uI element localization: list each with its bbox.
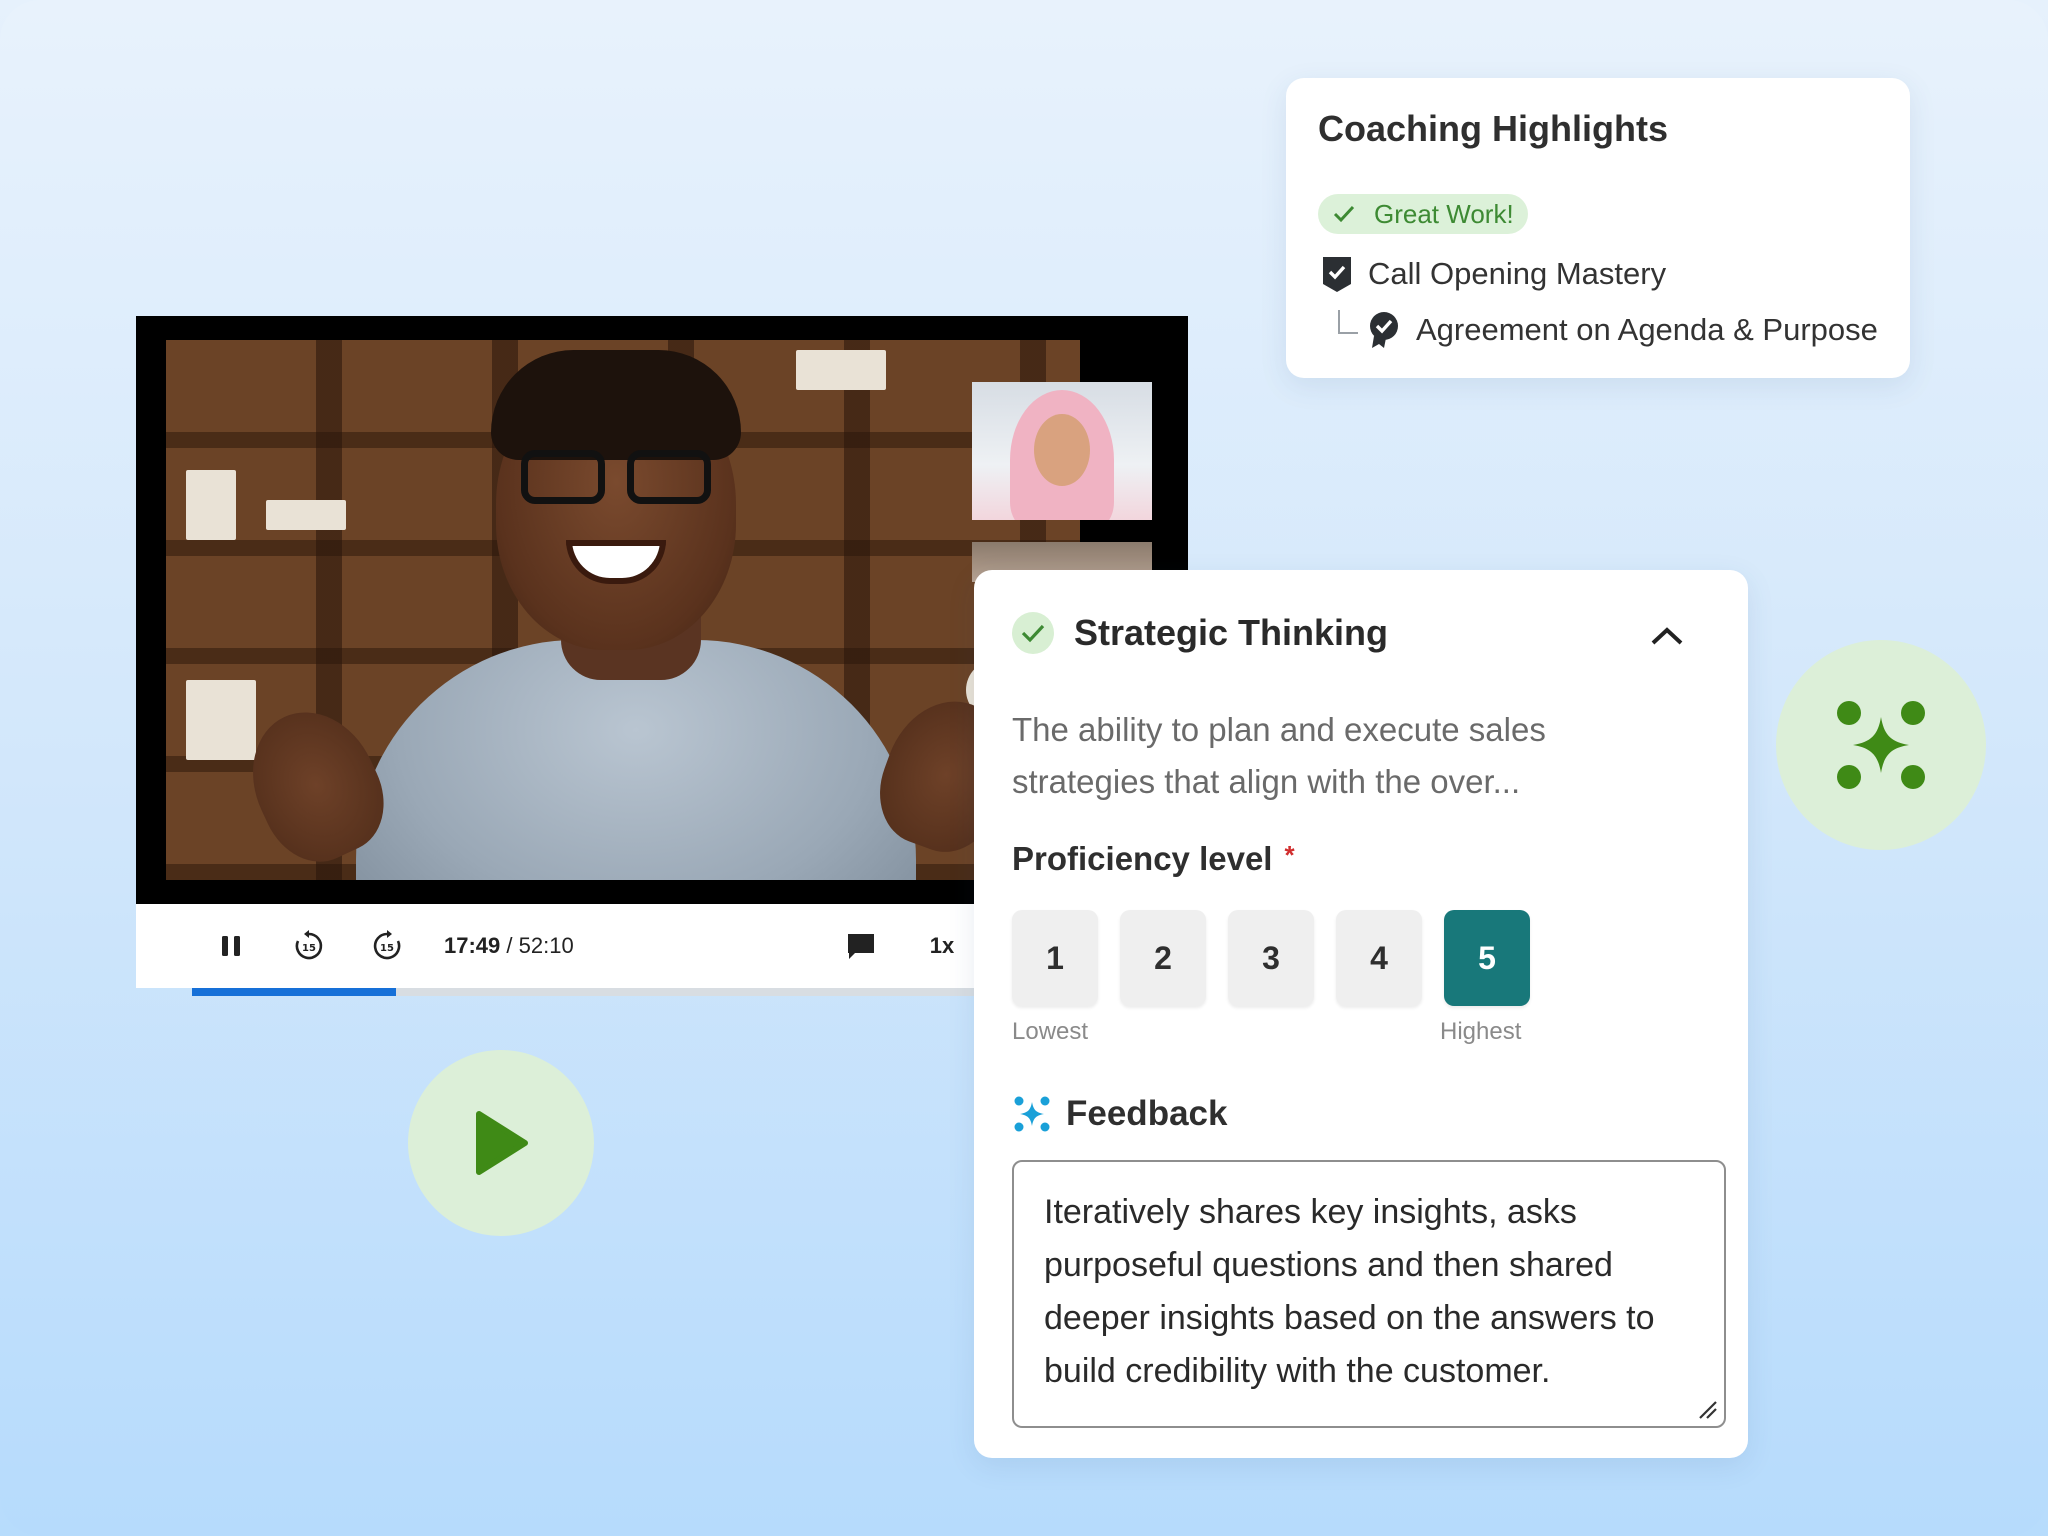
speaker-glasses — [521, 450, 711, 506]
level-option-1[interactable]: 1 — [1012, 910, 1098, 1006]
feedback-textarea[interactable]: Iteratively shares key insights, asks pu… — [1012, 1160, 1726, 1428]
comments-button[interactable] — [836, 904, 886, 988]
svg-text:15: 15 — [380, 943, 394, 954]
pause-button[interactable] — [208, 904, 254, 988]
shield-check-icon — [1323, 257, 1351, 292]
background-canvas: 15 15 17:49 / 52:10 1x Coaching Highligh… — [0, 0, 2048, 1536]
proficiency-label-text: Proficiency level — [1012, 840, 1273, 877]
resize-grip-icon[interactable] — [1696, 1398, 1718, 1420]
ai-sparkle-icon — [1014, 1096, 1050, 1132]
badge-check-icon — [1370, 312, 1398, 348]
svg-text:15: 15 — [302, 943, 316, 954]
forward-15-icon: 15 — [373, 930, 401, 960]
highest-caption: Highest — [1440, 1018, 1522, 1045]
level-option-2[interactable]: 2 — [1120, 910, 1206, 1006]
main-video-feed[interactable] — [166, 340, 1080, 880]
rewind-15-icon: 15 — [295, 930, 323, 960]
ai-sparkle-button[interactable] — [1776, 640, 1986, 850]
required-marker: * — [1284, 840, 1295, 870]
bookshelf-decor — [186, 680, 256, 760]
panel-header: Strategic Thinking — [1012, 612, 1388, 654]
check-circle-icon — [1012, 612, 1054, 654]
forward-15-button[interactable]: 15 — [362, 904, 412, 988]
competency-description: The ability to plan and execute sales st… — [1012, 711, 1546, 800]
highlight-item[interactable]: Call Opening Mastery — [1320, 254, 1666, 294]
playback-speed-button[interactable]: 1x — [912, 904, 972, 988]
feedback-header: Feedback — [1012, 1094, 1227, 1134]
play-icon — [476, 1111, 528, 1175]
pause-icon — [222, 936, 240, 956]
panel-title: Strategic Thinking — [1074, 612, 1389, 653]
rewind-15-button[interactable]: 15 — [284, 904, 334, 988]
highlight-item-label: Call Opening Mastery — [1368, 256, 1667, 291]
competency-panel: Strategic Thinking The ability to plan a… — [974, 570, 1748, 1458]
total-time: 52:10 — [518, 933, 574, 958]
current-time: 17:49 — [444, 933, 501, 958]
play-button[interactable] — [408, 1050, 594, 1236]
collapse-button[interactable] — [1646, 618, 1688, 654]
bookshelf-decor — [186, 470, 236, 540]
badge-label: Great Work! — [1374, 198, 1514, 229]
playback-time: 17:49 / 52:10 — [444, 904, 574, 988]
chat-icon — [848, 934, 874, 959]
proficiency-label: Proficiency level * — [1012, 840, 1295, 878]
feedback-title: Feedback — [1066, 1094, 1228, 1133]
great-work-badge: Great Work! — [1318, 194, 1528, 234]
highlight-subitem[interactable]: Agreement on Agenda & Purpose — [1366, 310, 1878, 350]
coaching-highlights-card: Coaching Highlights Great Work! Call Ope… — [1286, 78, 1910, 378]
time-separator: / — [500, 933, 519, 958]
ai-sparkle-icon — [1837, 701, 1925, 789]
bookshelf-decor — [266, 500, 346, 530]
level-option-5[interactable]: 5 — [1444, 910, 1530, 1006]
check-icon — [1333, 205, 1355, 223]
feedback-text: Iteratively shares key insights, asks pu… — [1044, 1193, 1655, 1390]
participant-thumbnail[interactable] — [972, 382, 1152, 520]
level-option-3[interactable]: 3 — [1228, 910, 1314, 1006]
highlight-subitem-label: Agreement on Agenda & Purpose — [1416, 312, 1878, 347]
level-option-4[interactable]: 4 — [1336, 910, 1422, 1006]
highlights-title: Coaching Highlights — [1318, 108, 1668, 149]
chevron-up-icon — [1651, 627, 1683, 645]
tree-connector — [1338, 310, 1358, 334]
bookshelf-decor — [796, 350, 886, 390]
progress-bar-fill — [192, 988, 397, 996]
speaker-hair — [491, 350, 741, 460]
lowest-caption: Lowest — [1012, 1018, 1089, 1045]
